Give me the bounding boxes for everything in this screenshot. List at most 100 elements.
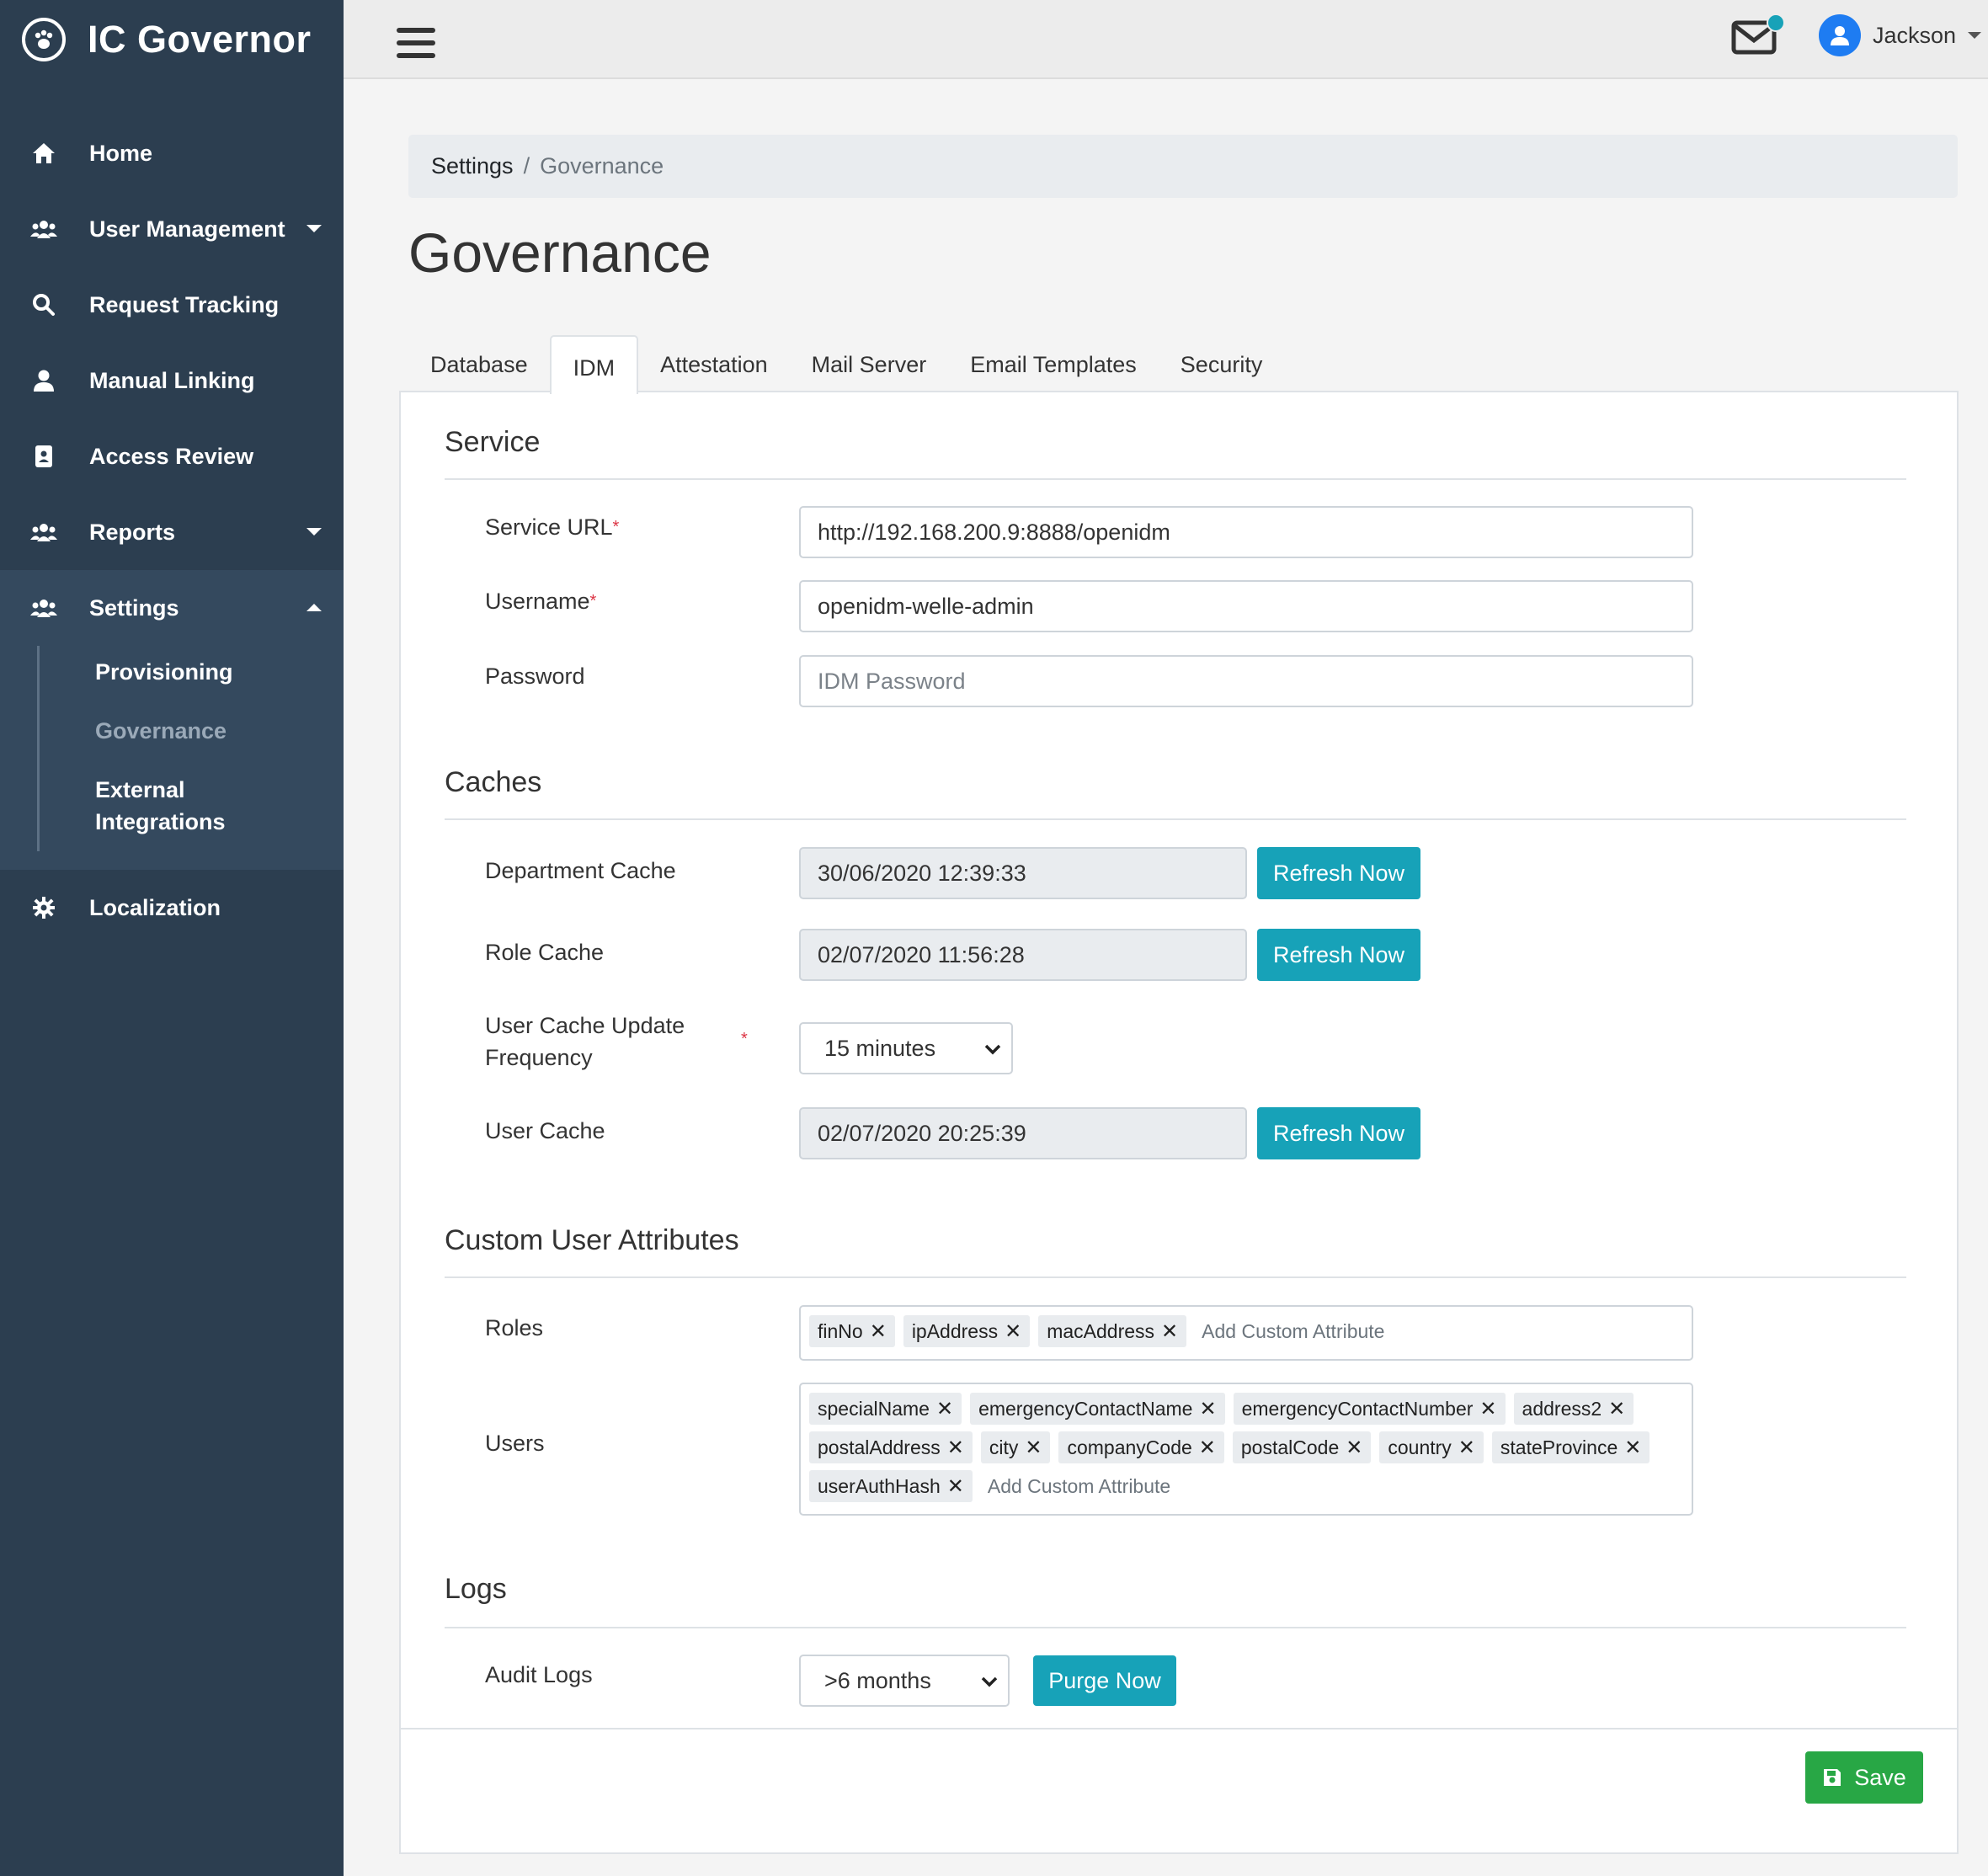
sidebar-nav: Home User Management Request Tracking Ma… [0, 115, 344, 946]
attribute-tag-label: specialName [818, 1397, 930, 1420]
remove-tag-icon[interactable]: ✕ [947, 1474, 964, 1499]
app-title: IC Governor [88, 18, 312, 61]
attribute-tag: specialName ✕ [809, 1393, 962, 1425]
sidebar-item-label: User Management [89, 216, 285, 242]
tab-idm[interactable]: IDM [549, 335, 639, 394]
chevron-down-icon [984, 1044, 1001, 1055]
password-input[interactable]: IDM Password [799, 655, 1693, 707]
breadcrumb: Settings / Governance [408, 135, 1958, 198]
tab-database[interactable]: Database [408, 333, 550, 392]
save-button[interactable]: Save [1805, 1751, 1923, 1804]
required-marker: * [741, 1030, 748, 1048]
breadcrumb-link-settings[interactable]: Settings [431, 153, 514, 179]
paw-logo-icon [22, 18, 66, 61]
attribute-tag: finNo ✕ [809, 1315, 895, 1347]
attribute-tag-label: city [989, 1436, 1019, 1458]
attribute-tag-label: ipAddress [911, 1319, 999, 1342]
sidebar-item-access-review[interactable]: Access Review [0, 418, 344, 494]
idm-settings-panel: Service Service URL* http://192.168.200.… [399, 391, 1959, 1854]
section-divider [445, 818, 1906, 820]
username-label-text: Username [485, 589, 590, 614]
service-url-input[interactable]: http://192.168.200.9:8888/openidm [799, 506, 1693, 558]
remove-tag-icon[interactable]: ✕ [1161, 1319, 1178, 1344]
settings-submenu: Provisioning Governance External Integra… [37, 646, 344, 851]
tab-email-templates[interactable]: Email Templates [948, 333, 1159, 392]
users-icon [29, 593, 59, 623]
attribute-tag-label: macAddress [1047, 1319, 1155, 1342]
sidebar-item-home[interactable]: Home [0, 115, 344, 191]
service-url-label-text: Service URL [485, 514, 613, 540]
remove-tag-icon[interactable]: ✕ [1624, 1436, 1641, 1460]
attribute-tag: userAuthHash ✕ [809, 1470, 973, 1502]
attribute-tag-label: country [1388, 1436, 1452, 1458]
section-divider [445, 478, 1906, 480]
sidebar-item-label: Reports [89, 519, 176, 545]
user-icon [29, 365, 59, 396]
id-badge-icon [29, 441, 59, 472]
audit-logs-retention-select[interactable]: >6 months [799, 1655, 1010, 1707]
attribute-tag: country ✕ [1379, 1431, 1484, 1463]
user-cache-refresh-button[interactable]: Refresh Now [1257, 1107, 1420, 1159]
users-tag-input[interactable]: specialName ✕ emergencyContactName ✕ emergen… [799, 1383, 1693, 1516]
remove-tag-icon[interactable]: ✕ [1458, 1436, 1475, 1460]
sidebar-item-manual-linking[interactable]: Manual Linking [0, 343, 344, 418]
tab-security[interactable]: Security [1159, 333, 1285, 392]
roles-tag-input[interactable]: finNo ✕ ipAddress ✕ macAddress ✕ Add Custom At… [799, 1305, 1693, 1361]
avatar-icon [1819, 14, 1861, 56]
section-title-logs: Logs [445, 1573, 507, 1605]
sidebar-item-reports[interactable]: Reports [0, 494, 344, 570]
section-title-caches: Caches [445, 766, 542, 798]
user-cache-frequency-select[interactable]: 15 minutes [799, 1022, 1013, 1074]
panel-footer-divider [401, 1728, 1957, 1729]
required-marker: * [589, 592, 597, 610]
remove-tag-icon[interactable]: ✕ [1346, 1436, 1362, 1460]
submenu-item-governance[interactable]: Governance [95, 701, 344, 760]
remove-tag-icon[interactable]: ✕ [1199, 1397, 1216, 1421]
attribute-tag-label: address2 [1522, 1397, 1602, 1420]
attribute-tag-label: postalAddress [818, 1436, 941, 1458]
username-label: Username* [485, 585, 596, 617]
sidebar-item-request-tracking[interactable]: Request Tracking [0, 267, 344, 343]
sidebar-item-settings[interactable]: Settings [0, 570, 344, 646]
users-label: Users [485, 1431, 545, 1456]
department-cache-refresh-button[interactable]: Refresh Now [1257, 847, 1420, 899]
hamburger-menu-icon[interactable] [397, 28, 435, 66]
home-icon [29, 138, 59, 168]
purge-now-button[interactable]: Purge Now [1033, 1655, 1176, 1706]
roles-label: Roles [485, 1315, 544, 1340]
attribute-tag: emergencyContactNumber ✕ [1233, 1393, 1506, 1425]
remove-tag-icon[interactable]: ✕ [936, 1397, 953, 1421]
remove-tag-icon[interactable]: ✕ [1025, 1436, 1042, 1460]
remove-tag-icon[interactable]: ✕ [870, 1319, 887, 1344]
select-value: 15 minutes [824, 1035, 936, 1061]
attribute-tag-label: finNo [818, 1319, 863, 1342]
submenu-item-provisioning[interactable]: Provisioning [95, 646, 344, 701]
remove-tag-icon[interactable]: ✕ [1608, 1397, 1625, 1421]
sidebar-item-label: Access Review [89, 443, 254, 469]
tab-attestation[interactable]: Attestation [638, 333, 790, 392]
sidebar-item-user-management[interactable]: User Management [0, 191, 344, 267]
add-attribute-input[interactable]: Add Custom Attribute [1202, 1315, 1384, 1347]
remove-tag-icon[interactable]: ✕ [1199, 1436, 1216, 1460]
attribute-tag-label: companyCode [1067, 1436, 1192, 1458]
remove-tag-icon[interactable]: ✕ [1479, 1397, 1496, 1421]
username-input[interactable]: openidm-welle-admin [799, 580, 1693, 632]
user-menu[interactable]: Jackson [1819, 14, 1982, 56]
submenu-item-external-integrations[interactable]: External Integrations [95, 760, 238, 851]
user-name: Jackson [1873, 22, 1957, 48]
add-attribute-input[interactable]: Add Custom Attribute [988, 1470, 1170, 1502]
sidebar-item-label: Manual Linking [89, 367, 255, 393]
sidebar-item-localization[interactable]: Localization [0, 870, 344, 946]
tab-mail-server[interactable]: Mail Server [790, 333, 949, 392]
breadcrumb-separator: / [523, 153, 530, 179]
brand[interactable]: IC Governor [0, 0, 344, 79]
remove-tag-icon[interactable]: ✕ [1005, 1319, 1021, 1344]
attribute-tag-label: userAuthHash [818, 1474, 941, 1497]
save-button-label: Save [1854, 1764, 1906, 1790]
remove-tag-icon[interactable]: ✕ [947, 1436, 964, 1460]
attribute-tag: stateProvince ✕ [1491, 1431, 1650, 1463]
attribute-tag: macAddress ✕ [1038, 1315, 1187, 1347]
role-cache-field: 02/07/2020 11:56:28 [799, 929, 1247, 981]
role-cache-refresh-button[interactable]: Refresh Now [1257, 929, 1420, 981]
notification-dot [1767, 13, 1785, 32]
